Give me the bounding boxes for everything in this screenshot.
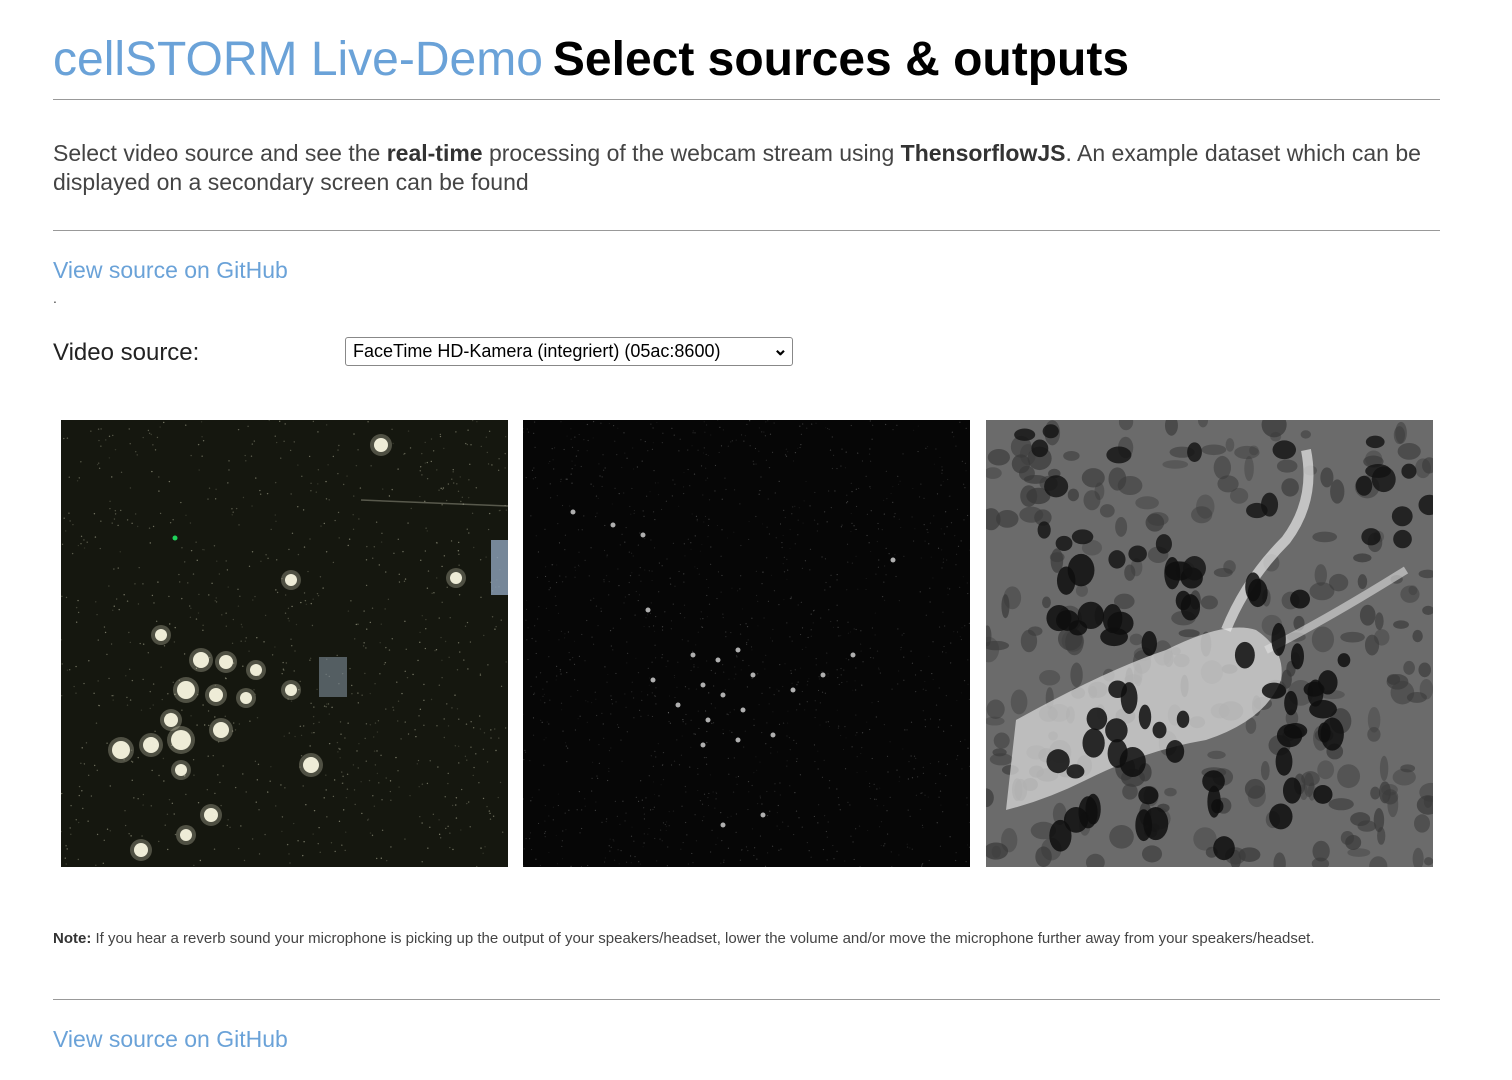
period-text: . [53, 290, 57, 306]
intro-bold-realtime: real-time [386, 140, 483, 166]
processed-image [523, 420, 970, 867]
note-text: Note: If you hear a reverb sound your mi… [53, 929, 1440, 948]
intro-divider [53, 230, 1440, 231]
github-link-top[interactable]: View source on GitHub [53, 257, 288, 284]
note-label: Note: [53, 930, 92, 947]
page-subtitle: Select sources & outputs [552, 33, 1130, 86]
video-source-selected-value: FaceTime HD-Kamera (integriert) (05ac:86… [353, 341, 721, 361]
footer-divider [53, 999, 1440, 1000]
intro-part-1: Select video source and see the [53, 140, 387, 166]
intro-bold-tfjs: ThensorflowJS [900, 140, 1066, 166]
raw-webcam-canvas [61, 420, 508, 867]
header-divider [53, 99, 1440, 100]
reconstruction-canvas [986, 420, 1433, 867]
processed-canvas [523, 420, 970, 867]
reconstruction-image [986, 420, 1433, 867]
chevron-down-icon: ⌄ [772, 339, 788, 359]
raw-webcam-image [61, 420, 508, 867]
intro-part-2: processing of the webcam stream using [482, 140, 901, 166]
video-source-label: Video source: [53, 339, 200, 366]
github-link-bottom[interactable]: View source on GitHub [53, 1026, 288, 1053]
page-heading: cellSTORM Live-Demo Select sources & outp… [53, 30, 1129, 90]
video-source-select[interactable]: FaceTime HD-Kamera (integriert) (05ac:86… [345, 337, 793, 366]
demo-title-link[interactable]: cellSTORM Live-Demo [53, 33, 543, 86]
note-body: If you hear a reverb sound your micropho… [91, 930, 1315, 947]
video-panels [61, 420, 1441, 867]
video-source-row: Video source: FaceTime HD-Kamera (integr… [53, 337, 853, 367]
intro-text: Select video source and see the real-tim… [53, 139, 1440, 197]
